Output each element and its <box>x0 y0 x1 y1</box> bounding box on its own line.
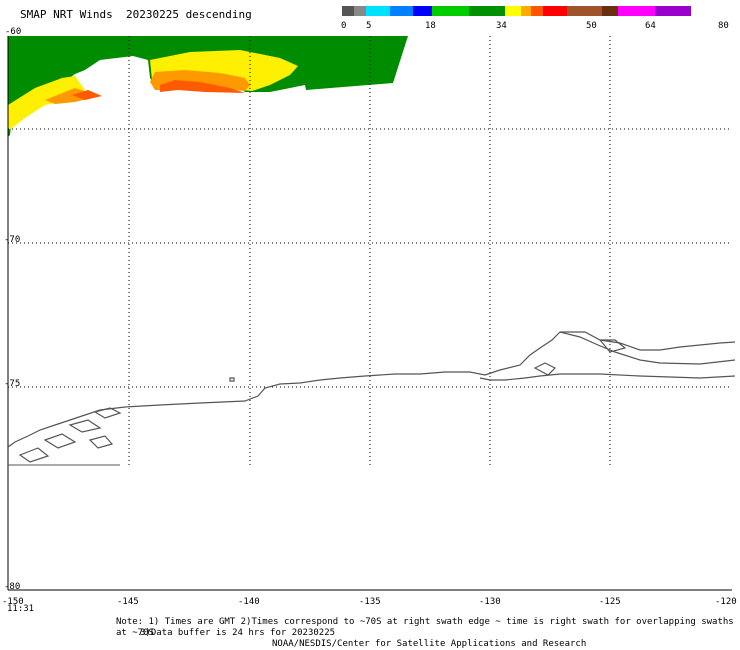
wind-map <box>7 36 736 591</box>
coastline-island <box>43 433 77 449</box>
swath-time-label: 11:31 <box>7 604 35 614</box>
coastline-north-edge <box>560 331 736 351</box>
lon-label: -120 <box>715 597 737 607</box>
note-line-2: 3)Data buffer is 24 hrs for 20230225 <box>140 628 336 638</box>
credit-line: NOAA/NESDIS/Center for Satellite Applica… <box>272 639 587 649</box>
lon-label: -140 <box>238 597 260 607</box>
lat-lon-grid <box>8 36 730 465</box>
lat-label: -60 <box>5 27 22 37</box>
lat-label: -75 <box>4 379 21 389</box>
coastline-main <box>7 331 736 448</box>
coastline-island <box>88 435 114 449</box>
coastline-islet <box>229 377 235 382</box>
coastline-ice-shelf <box>479 373 736 381</box>
lon-label: -130 <box>479 597 501 607</box>
lat-label: -80 <box>4 582 21 592</box>
lon-label: -145 <box>117 597 139 607</box>
lat-label: -70 <box>4 235 21 245</box>
wind-swath <box>8 36 408 137</box>
coastline-island <box>533 362 557 376</box>
coastline-island <box>68 419 102 433</box>
antarctic-coastline <box>7 331 736 463</box>
lon-label: -135 <box>359 597 381 607</box>
coastline-island <box>18 447 50 463</box>
lon-label: -125 <box>599 597 621 607</box>
